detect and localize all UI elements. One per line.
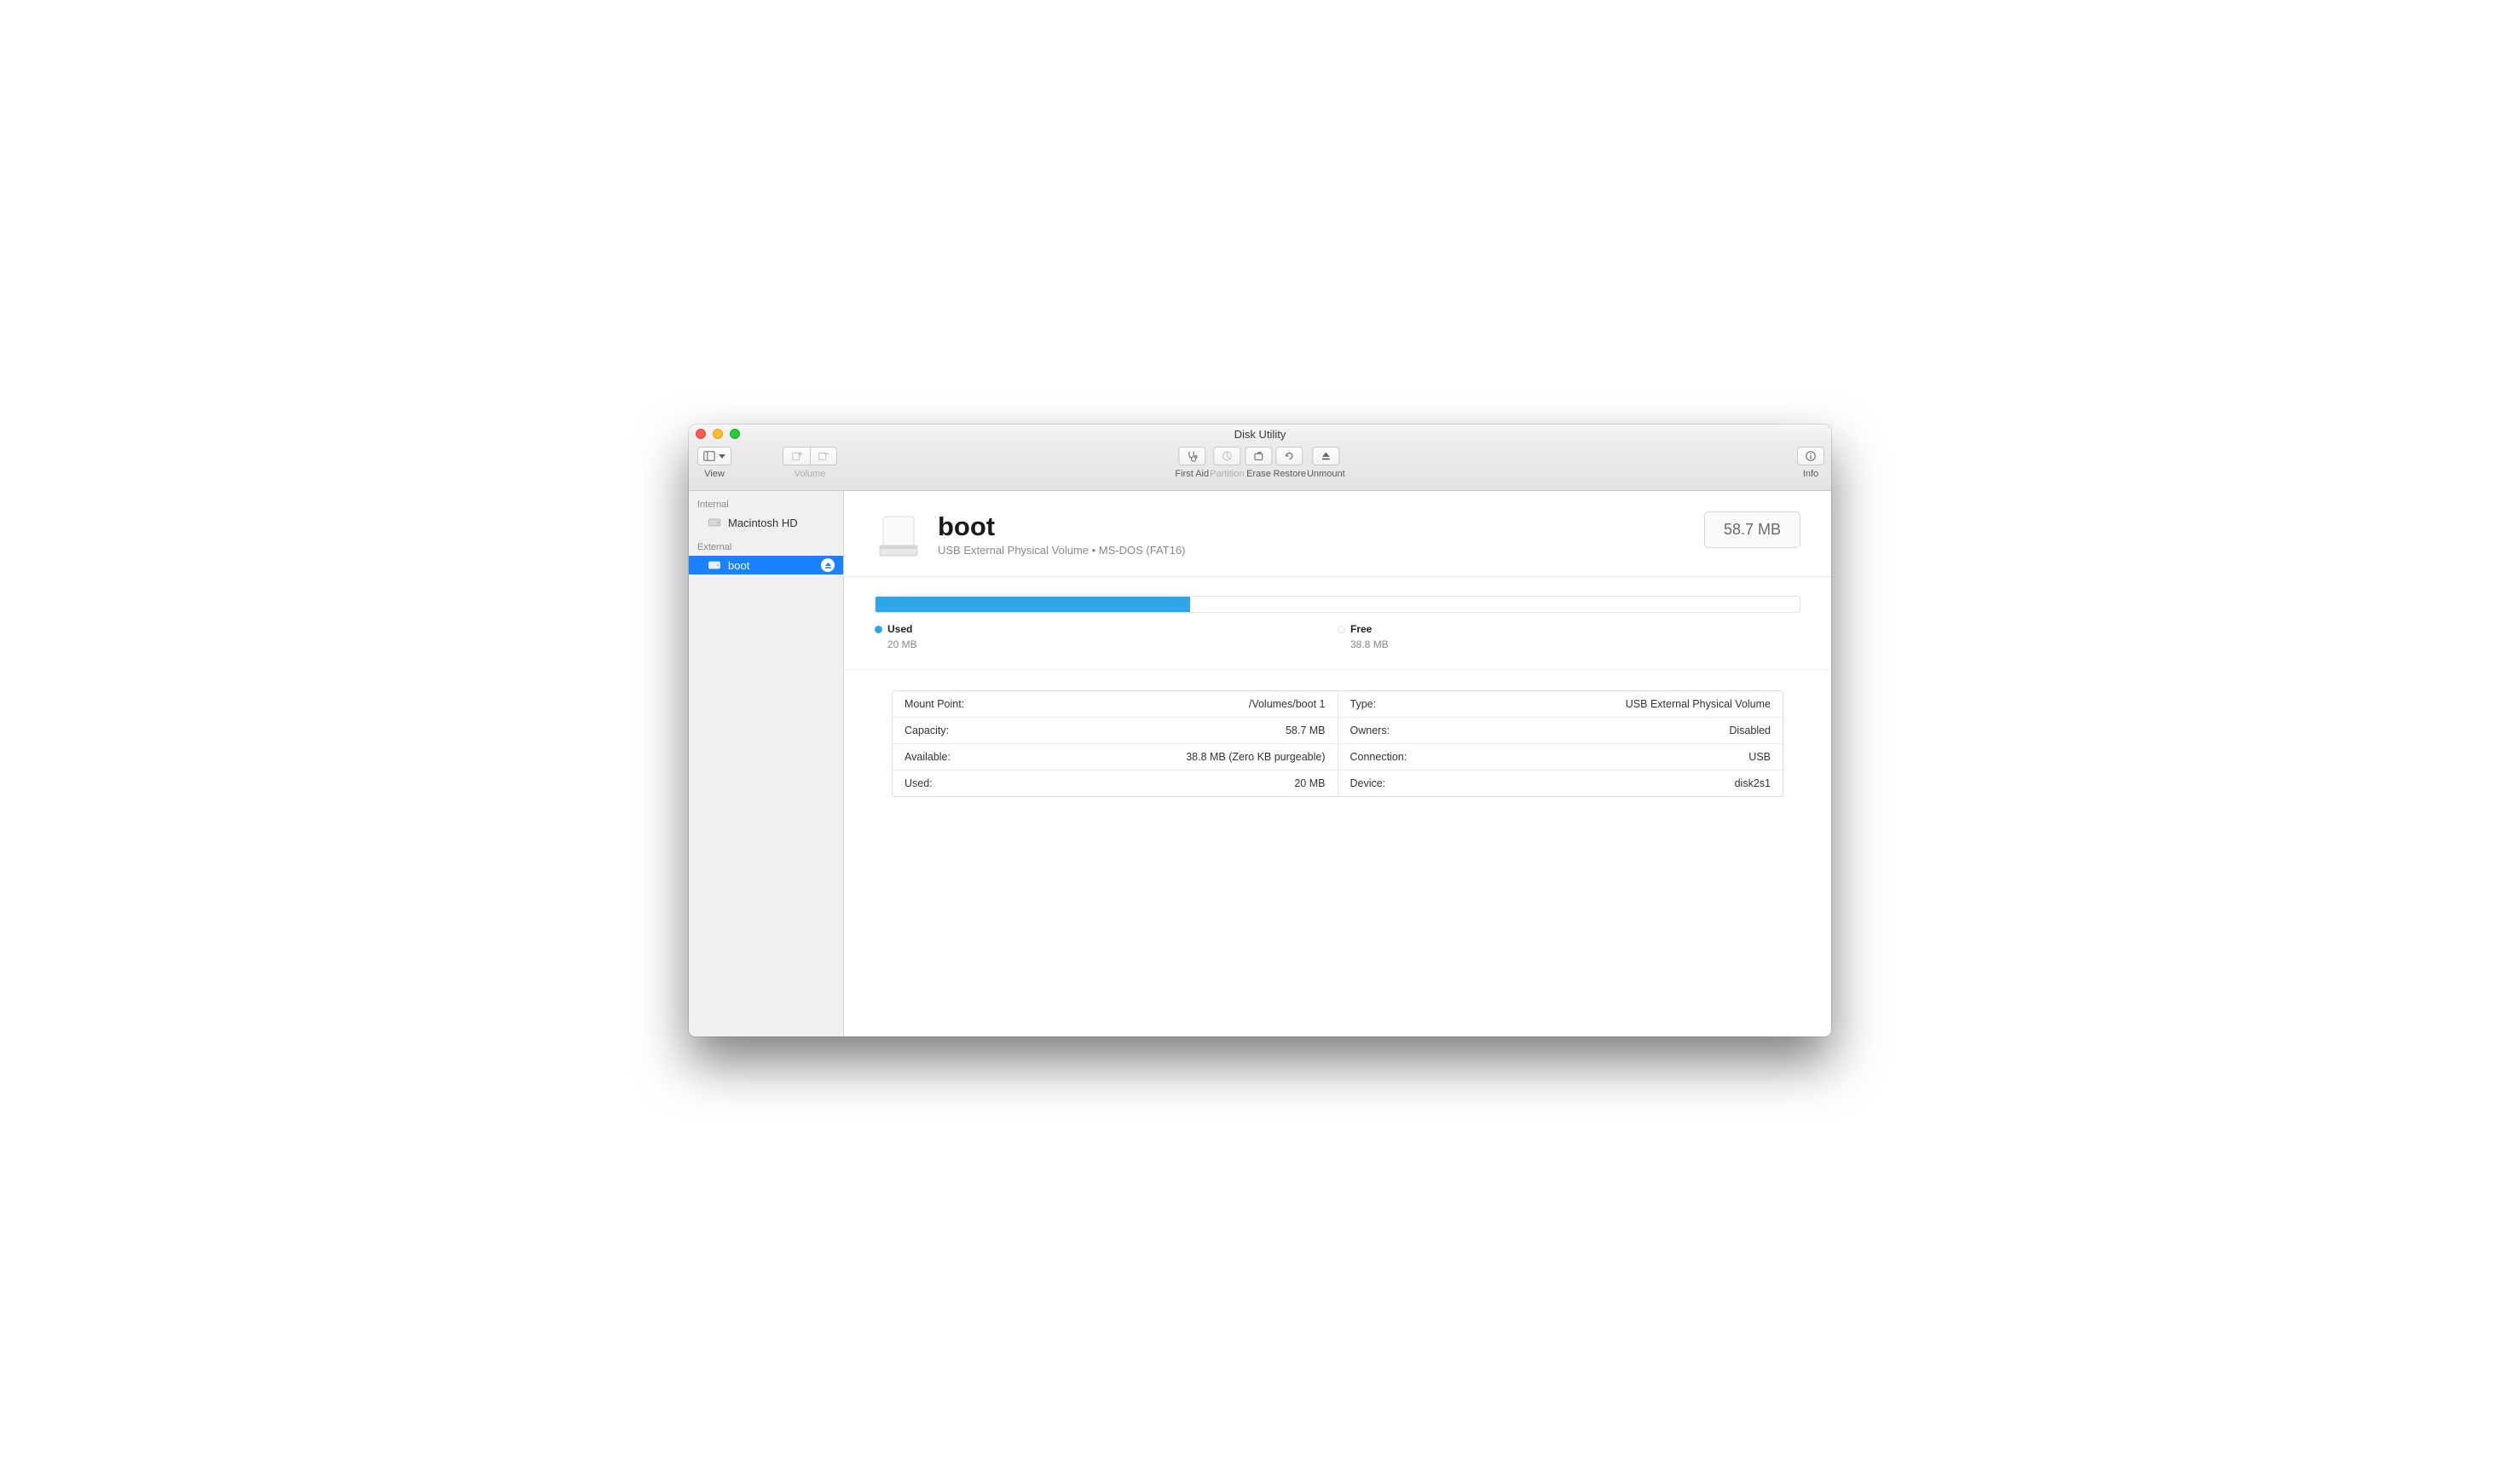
view-mode-button[interactable]	[697, 447, 731, 465]
external-disk-icon	[708, 558, 721, 572]
detail-value: 20 MB	[1294, 777, 1325, 789]
sidebar-header-internal: Internal	[689, 496, 843, 513]
volume-name: boot	[938, 511, 1185, 542]
partition-button[interactable]	[1213, 447, 1240, 465]
detail-row: Used: 20 MB	[893, 771, 1338, 796]
info-button[interactable]	[1797, 447, 1824, 465]
erase-icon	[1252, 450, 1264, 462]
detail-key: Capacity:	[905, 725, 949, 736]
sidebar-header-external: External	[689, 539, 843, 556]
detail-row: Mount Point: /Volumes/boot 1	[893, 691, 1338, 718]
detail-row: Owners: Disabled	[1338, 718, 1783, 744]
eject-button[interactable]	[821, 558, 835, 572]
info-icon	[1805, 450, 1817, 462]
details-table: Mount Point: /Volumes/boot 1 Capacity: 58.7…	[892, 690, 1783, 797]
unmount-button[interactable]	[1312, 447, 1339, 465]
detail-key: Connection:	[1350, 751, 1407, 763]
remove-volume-button[interactable]	[810, 447, 837, 465]
window-controls	[696, 429, 740, 439]
sidebar-item-boot[interactable]: boot	[689, 556, 843, 575]
detail-value: USB External Physical Volume	[1626, 698, 1771, 710]
detail-value: 58.7 MB	[1286, 725, 1326, 736]
pie-icon	[1221, 450, 1233, 462]
volume-subtitle: USB External Physical Volume • MS-DOS (F…	[938, 544, 1185, 557]
volume-header: boot USB External Physical Volume • MS-D…	[844, 491, 1831, 577]
volume-icon	[875, 511, 922, 559]
detail-row: Connection: USB	[1338, 744, 1783, 771]
details-section: Mount Point: /Volumes/boot 1 Capacity: 58.7…	[844, 670, 1831, 817]
erase-button[interactable]	[1245, 447, 1272, 465]
minimize-window-button[interactable]	[713, 429, 723, 439]
erase-label: Erase	[1246, 469, 1271, 479]
zoom-window-button[interactable]	[730, 429, 740, 439]
detail-key: Type:	[1350, 698, 1377, 710]
first-aid-button[interactable]	[1178, 447, 1205, 465]
detail-value: USB	[1748, 751, 1771, 763]
detail-key: Available:	[905, 751, 951, 763]
used-label: Used	[887, 623, 912, 635]
detail-row: Type: USB External Physical Volume	[1338, 691, 1783, 718]
detail-row: Available: 38.8 MB (Zero KB purgeable)	[893, 744, 1338, 771]
volume-label: Volume	[795, 469, 826, 479]
restore-label: Restore	[1273, 469, 1306, 479]
detail-key: Used:	[905, 777, 933, 789]
detail-key: Mount Point:	[905, 698, 964, 710]
free-value: 38.8 MB	[1350, 638, 1800, 650]
partition-label: Partition	[1210, 469, 1244, 479]
detail-value: 38.8 MB (Zero KB purgeable)	[1186, 751, 1325, 763]
volume-size-badge: 58.7 MB	[1704, 511, 1800, 548]
view-label: View	[704, 469, 725, 479]
hard-disk-icon	[708, 516, 721, 529]
usage-section: Used 20 MB Free 38.8 MB	[844, 577, 1831, 670]
sidebar: Internal Macintosh HD External boot	[689, 491, 844, 1037]
app-window: Disk Utility View Volume	[689, 424, 1831, 1037]
sidebar-layout-icon	[703, 450, 715, 462]
titlebar: Disk Utility	[689, 424, 1831, 443]
detail-key: Owners:	[1350, 725, 1390, 736]
sidebar-item-macintosh-hd[interactable]: Macintosh HD	[689, 513, 843, 532]
used-dot-icon	[875, 626, 882, 633]
main-content: boot USB External Physical Volume • MS-D…	[844, 491, 1831, 1037]
detail-row: Capacity: 58.7 MB	[893, 718, 1338, 744]
detail-key: Device:	[1350, 777, 1386, 789]
detail-value: Disabled	[1729, 725, 1771, 736]
minus-volume-icon	[818, 450, 829, 462]
restore-button[interactable]	[1276, 447, 1303, 465]
free-label: Free	[1350, 623, 1372, 635]
eject-icon	[1320, 450, 1332, 462]
free-dot-icon	[1338, 626, 1345, 633]
info-label: Info	[1803, 469, 1818, 479]
toolbar: View Volume First Aid	[689, 443, 1831, 491]
detail-row: Device: disk2s1	[1338, 771, 1783, 796]
sidebar-item-label: Macintosh HD	[728, 517, 798, 529]
restore-icon	[1284, 450, 1296, 462]
usage-bar-used	[876, 597, 1190, 612]
detail-value: disk2s1	[1735, 777, 1771, 789]
unmount-label: Unmount	[1307, 469, 1345, 479]
window-title: Disk Utility	[1234, 428, 1286, 441]
close-window-button[interactable]	[696, 429, 706, 439]
detail-value: /Volumes/boot 1	[1249, 698, 1326, 710]
sidebar-item-label: boot	[728, 559, 749, 572]
add-volume-button[interactable]	[783, 447, 810, 465]
first-aid-label: First Aid	[1175, 469, 1209, 479]
plus-volume-icon	[791, 450, 803, 462]
used-value: 20 MB	[887, 638, 1338, 650]
usage-bar	[875, 596, 1800, 613]
stethoscope-icon	[1186, 450, 1198, 462]
